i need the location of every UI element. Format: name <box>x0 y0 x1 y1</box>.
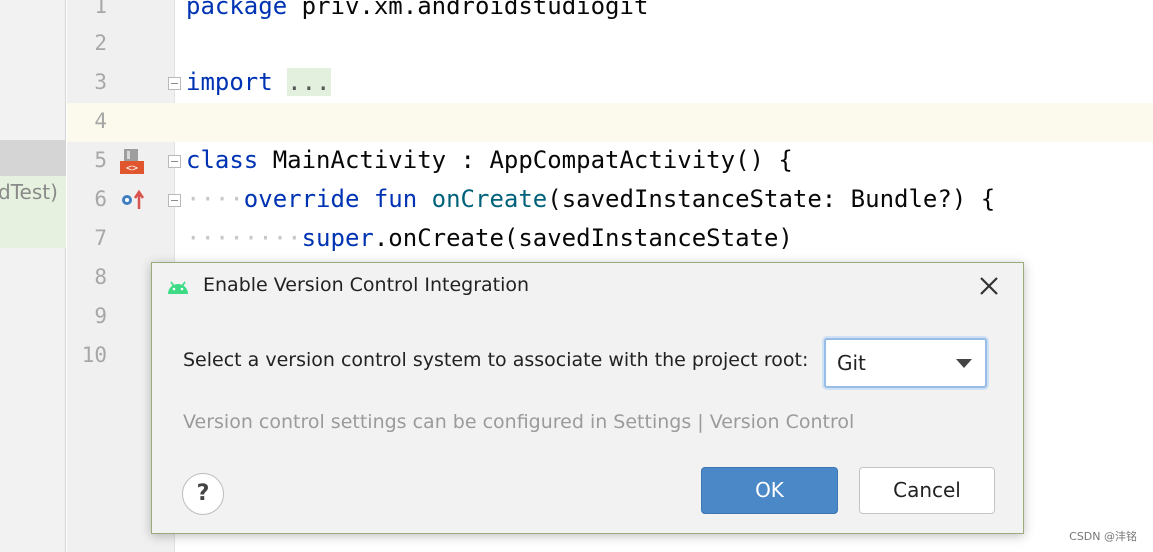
line-number: 1 <box>94 0 107 18</box>
watermark: CSDN @沣铭 <box>1069 530 1137 543</box>
project-panel <box>0 0 66 552</box>
fold-toggle-icon[interactable] <box>168 155 181 168</box>
dialog-title: Enable Version Control Integration <box>203 274 530 296</box>
line-number: 7 <box>94 226 107 250</box>
caret-line-highlight <box>67 103 1153 142</box>
dialog-title-bar[interactable]: Enable Version Control Integration <box>152 263 1023 309</box>
settings-hint-text: Version control settings can be configur… <box>183 411 855 433</box>
folded-imports[interactable]: ... <box>287 68 331 96</box>
chevron-down-icon[interactable] <box>956 359 972 368</box>
vcs-select-label: Select a version control system to assoc… <box>183 349 809 371</box>
enable-vcs-dialog: Enable Version Control Integration Selec… <box>151 262 1024 534</box>
fold-toggle-icon[interactable] <box>168 194 181 207</box>
android-icon <box>168 281 188 294</box>
code-line-6[interactable]: class MainActivity : AppCompatActivity()… <box>186 141 793 180</box>
vcs-selected-value: Git <box>837 351 866 375</box>
code-line-1[interactable]: package priv.xm.androidstudiogit <box>186 0 648 26</box>
cancel-button[interactable]: Cancel <box>859 467 995 514</box>
line-number: 10 <box>81 343 107 367</box>
xml-layout-icon[interactable]: <> <box>118 147 146 175</box>
fold-toggle-icon[interactable] <box>168 77 181 90</box>
line-number: 8 <box>94 265 107 289</box>
line-number: 9 <box>94 304 107 328</box>
line-number: 4 <box>94 109 107 133</box>
code-line-3[interactable]: import ... <box>186 63 331 102</box>
vcs-dropdown[interactable]: Git <box>824 338 987 388</box>
project-tree-selected-row[interactable] <box>0 140 66 176</box>
line-number: 5 <box>94 148 107 172</box>
line-number: 6 <box>94 187 107 211</box>
project-tree-item-label[interactable]: dTest) <box>0 180 58 204</box>
code-line-7[interactable]: ····override fun onCreate(savedInstanceS… <box>186 180 995 219</box>
override-method-icon[interactable] <box>120 189 148 211</box>
line-number: 2 <box>94 31 107 55</box>
line-number: 3 <box>94 70 107 94</box>
help-button[interactable]: ? <box>182 473 224 515</box>
close-icon[interactable] <box>975 272 1003 300</box>
code-line-8[interactable]: ········super.onCreate(savedInstanceStat… <box>186 219 793 258</box>
svg-text:<>: <> <box>126 163 138 174</box>
ok-button[interactable]: OK <box>701 467 838 514</box>
